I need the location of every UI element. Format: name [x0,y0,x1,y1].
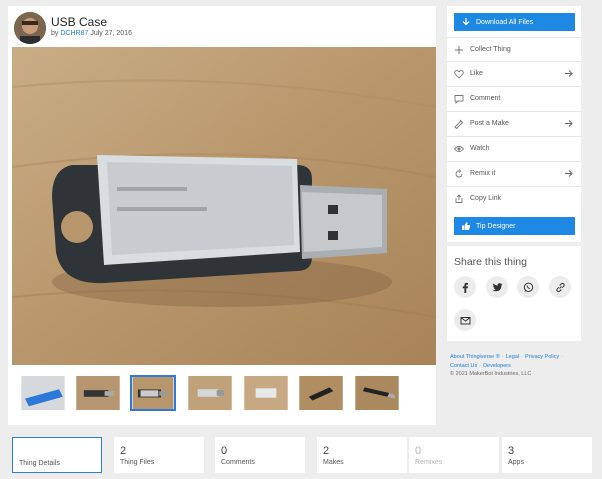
make-icon [454,119,464,129]
remix-label: Remix it [470,170,496,177]
share-card: Share this thing [447,246,581,341]
tab-thing-files[interactable]: 2 Thing Files [114,437,204,473]
facebook-icon [462,282,468,293]
separator: · [561,354,564,360]
thumbnail-7[interactable] [354,375,400,411]
thumbnail-6[interactable] [298,375,344,411]
watch-action[interactable]: Watch [447,136,581,160]
tab-label: Apps [508,459,524,466]
contact-link[interactable]: Contact Us [450,363,477,369]
about-link[interactable]: About Thingiverse ® [450,354,500,360]
email-share-button[interactable] [454,309,476,331]
tab-makes[interactable]: 2 Makes [317,437,407,473]
post-make-label: Post a Make [470,120,509,127]
whatsapp-icon [523,282,533,292]
collect-thing-label: Collect Thing [470,46,511,53]
tab-comments[interactable]: 0 Comments [215,437,305,473]
tab-count: 2 [323,445,330,457]
download-all-label: Download All Files [476,18,534,26]
tab-apps[interactable]: 3 Apps [502,437,592,473]
developers-link[interactable]: Developers [483,363,511,369]
comment-icon [454,94,464,104]
publish-date: July 27, 2016 [90,30,132,37]
comment-action[interactable]: Comment [447,86,581,110]
tab-thing-details[interactable]: Thing Details [12,437,102,473]
post-make-action[interactable]: Post a Make [447,111,581,135]
tab-count: 3 [508,445,515,457]
thumbnail-1[interactable] [20,375,66,411]
remix-action[interactable]: Remix it [447,161,581,185]
arrow-right-icon [564,69,573,78]
email-icon [460,316,470,324]
tip-designer-label: Tip Designer [476,222,516,230]
tab-count: 2 [120,445,127,457]
copy-link-share-button[interactable] [549,276,571,298]
tab-label: Thing Files [120,459,155,466]
collect-thing-action[interactable]: Collect Thing [447,37,581,61]
tab-count: 0 [221,445,228,457]
thumbnail-3[interactable] [130,375,176,411]
thumbnail-2[interactable] [75,375,121,411]
watch-label: Watch [470,145,490,152]
footer-links: About Thingiverse ® · Legal · Privacy Policy… [450,353,602,379]
tab-label: Makes [323,459,344,466]
download-icon [461,17,471,27]
copyright: © 2021 MakerBot Industries, LLC [450,371,532,377]
separator: · [501,354,504,360]
byline: by DCHR87 July 27, 2016 [51,30,132,37]
main-photo[interactable] [12,47,436,365]
tab-label: Comments [221,459,255,466]
copy-link-label: Copy Link [470,195,502,202]
link-icon [555,282,565,292]
twitter-icon [492,282,502,291]
separator: · [521,354,523,360]
facebook-share-button[interactable] [454,276,476,298]
copy-link-action[interactable]: Copy Link [447,186,581,210]
thumbnail-5[interactable] [243,375,289,411]
thing-title: USB Case [51,15,108,29]
privacy-link[interactable]: Privacy Policy [525,354,559,360]
like-action[interactable]: Like [447,61,581,85]
arrow-right-icon [564,119,573,128]
link-copy-icon [454,193,464,204]
like-label: Like [470,70,483,77]
thing-main-card: USB Case by DCHR87 July 27, 2016 [8,6,436,425]
tab-remixes: 0 Remixes [409,437,499,473]
whatsapp-share-button[interactable] [517,276,539,298]
tab-count: 0 [415,445,422,457]
remix-icon [454,168,464,179]
twitter-share-button[interactable] [486,276,508,298]
plus-icon [454,45,464,55]
download-all-button[interactable]: Download All Files [454,13,575,31]
tab-label: Thing Details [19,460,60,467]
comment-label: Comment [470,95,501,102]
author-avatar[interactable] [14,12,46,44]
arrow-right-icon [564,169,573,178]
heart-icon [454,69,464,79]
thumbs-up-icon [461,221,471,231]
tip-designer-button[interactable]: Tip Designer [454,217,575,235]
tab-label: Remixes [415,459,443,466]
eye-icon [454,144,464,154]
byline-prefix: by [51,30,59,37]
legal-link[interactable]: Legal [506,354,519,360]
actions-card: Download All Files Collect Thing Like Co… [447,6,581,242]
share-title: Share this thing [454,256,527,268]
separator: · [479,362,482,369]
author-link[interactable]: DCHR87 [60,30,88,37]
thumbnail-4[interactable] [187,375,233,411]
